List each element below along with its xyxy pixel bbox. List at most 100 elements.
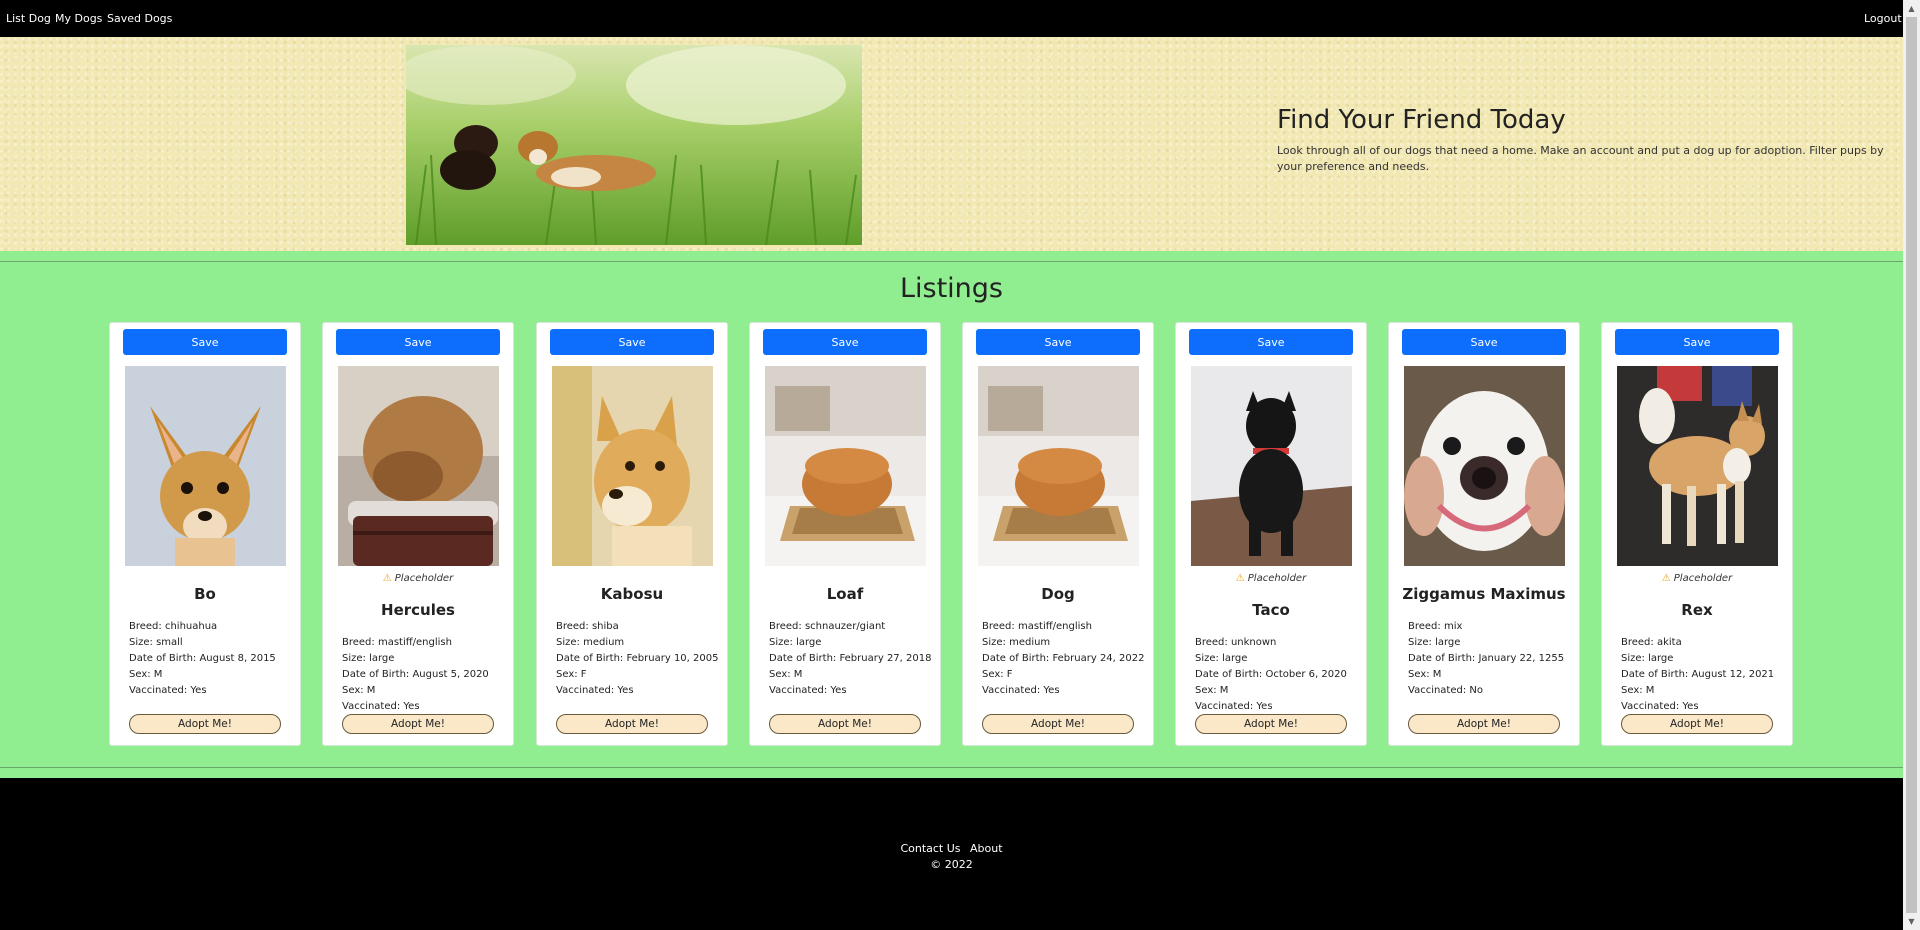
hero-banner: Find Your Friend Today Look through all … bbox=[0, 37, 1903, 251]
scroll-thumb[interactable] bbox=[1906, 17, 1917, 913]
footer: Contact Us About © 2022 bbox=[0, 778, 1903, 930]
dog-breed: Breed: chihuahua bbox=[129, 621, 218, 632]
dog-size: Size: medium bbox=[982, 637, 1051, 648]
dog-dob: Date of Birth: January 22, 1255 bbox=[1408, 653, 1565, 664]
dog-breed: Breed: shiba bbox=[556, 621, 619, 632]
dog-sex: Sex: F bbox=[556, 669, 587, 680]
dog-card: Save Dog Breed: mastiff/english Size: me… bbox=[962, 322, 1154, 746]
adopt-button[interactable]: Adopt Me! bbox=[342, 714, 494, 734]
dog-size: Size: small bbox=[129, 637, 183, 648]
dog-name: Dog bbox=[1041, 585, 1075, 603]
footer-contact-link[interactable]: Contact Us bbox=[900, 842, 960, 855]
warning-icon: ⚠ bbox=[1235, 573, 1245, 584]
dog-details: Breed: mix Size: large Date of Birth: Ja… bbox=[1408, 619, 1564, 699]
nav-logout[interactable]: Logout bbox=[1864, 12, 1902, 25]
dog-details: Breed: chihuahua Size: small Date of Bir… bbox=[129, 619, 276, 699]
adopt-button[interactable]: Adopt Me! bbox=[1408, 714, 1560, 734]
dog-name: Ziggamus Maximus bbox=[1402, 585, 1566, 603]
dog-dob: Date of Birth: October 6, 2020 bbox=[1195, 669, 1347, 680]
dog-dob: Date of Birth: February 10, 2005 bbox=[556, 653, 719, 664]
adopt-button[interactable]: Adopt Me! bbox=[1195, 714, 1347, 734]
dog-size: Size: large bbox=[769, 637, 822, 648]
copyright: © 2022 bbox=[930, 858, 973, 871]
dog-card: Save Kabosu Breed: shiba Size: medium Da… bbox=[536, 322, 728, 746]
nav-my-dogs[interactable]: My Dogs bbox=[55, 12, 102, 25]
dog-dob: Date of Birth: August 8, 2015 bbox=[129, 653, 276, 664]
bottom-divider bbox=[0, 767, 1903, 768]
dog-name: Bo bbox=[194, 585, 216, 603]
dog-vaccinated: Vaccinated: Yes bbox=[129, 685, 207, 696]
dog-details: Breed: shiba Size: medium Date of Birth:… bbox=[556, 619, 718, 699]
scroll-up-arrow-icon[interactable]: ▲ bbox=[1903, 0, 1920, 17]
dog-breed: Breed: schnauzer/giant bbox=[769, 621, 886, 632]
placeholder-note: ⚠ Placeholder bbox=[1235, 573, 1307, 584]
dog-vaccinated: Vaccinated: Yes bbox=[556, 685, 634, 696]
dog-name: Hercules bbox=[381, 601, 455, 619]
save-button[interactable]: Save bbox=[763, 329, 927, 355]
dog-sex: Sex: F bbox=[982, 669, 1013, 680]
footer-about-link[interactable]: About bbox=[970, 842, 1003, 855]
dog-details: Breed: mastiff/english Size: medium Date… bbox=[982, 619, 1144, 699]
dog-breed: Breed: akita bbox=[1621, 637, 1682, 648]
dog-vaccinated: Vaccinated: Yes bbox=[342, 701, 420, 712]
dog-size: Size: medium bbox=[556, 637, 625, 648]
nav-list-dog[interactable]: List Dog bbox=[6, 12, 51, 25]
save-button[interactable]: Save bbox=[1615, 329, 1779, 355]
dog-dob: Date of Birth: August 5, 2020 bbox=[342, 669, 489, 680]
dog-breed: Breed: unknown bbox=[1195, 637, 1277, 648]
dog-photo bbox=[1191, 366, 1352, 566]
dog-card: Save ⚠ Placeholder Rex Breed: akita Size… bbox=[1601, 322, 1793, 746]
dog-card: Save ⚠ Placeholder Hercules Breed: mastif… bbox=[322, 322, 514, 746]
dog-dob: Date of Birth: August 12, 2021 bbox=[1621, 669, 1775, 680]
adopt-button[interactable]: Adopt Me! bbox=[769, 714, 921, 734]
dog-name: Kabosu bbox=[600, 585, 664, 603]
dog-size: Size: large bbox=[342, 653, 395, 664]
dog-card: Save Bo Breed: chihuahua Size: small Dat… bbox=[109, 322, 301, 746]
adopt-button[interactable]: Adopt Me! bbox=[129, 714, 281, 734]
adopt-button[interactable]: Adopt Me! bbox=[556, 714, 708, 734]
save-button[interactable]: Save bbox=[123, 329, 287, 355]
save-button[interactable]: Save bbox=[976, 329, 1140, 355]
dog-details: Breed: akita Size: large Date of Birth: … bbox=[1621, 635, 1774, 715]
warning-icon: ⚠ bbox=[1661, 573, 1671, 584]
placeholder-note: ⚠ Placeholder bbox=[382, 573, 454, 584]
scroll-down-arrow-icon[interactable]: ▼ bbox=[1903, 913, 1920, 930]
dog-card: Save Loaf Breed: schnauzer/giant Size: l… bbox=[749, 322, 941, 746]
warning-icon: ⚠ bbox=[382, 573, 392, 584]
dog-name: Rex bbox=[1681, 601, 1713, 619]
dog-vaccinated: Vaccinated: No bbox=[1408, 685, 1483, 696]
dog-size: Size: large bbox=[1621, 653, 1674, 664]
dog-photo bbox=[125, 366, 286, 566]
dog-photo bbox=[978, 366, 1139, 566]
dog-photo bbox=[552, 366, 713, 566]
listings-section: Listings Save Bo Breed: chihuahua Size: … bbox=[0, 251, 1903, 778]
dog-name: Taco bbox=[1252, 601, 1290, 619]
dog-photo bbox=[1617, 366, 1778, 566]
dog-card: Save Ziggamus Maximus Breed: mix Size: l… bbox=[1388, 322, 1580, 746]
dog-vaccinated: Vaccinated: Yes bbox=[1621, 701, 1699, 712]
dog-photo bbox=[338, 366, 499, 566]
dog-sex: Sex: M bbox=[1621, 685, 1655, 696]
save-button[interactable]: Save bbox=[336, 329, 500, 355]
dog-dob: Date of Birth: February 27, 2018 bbox=[769, 653, 932, 664]
save-button[interactable]: Save bbox=[1402, 329, 1566, 355]
dog-sex: Sex: M bbox=[769, 669, 803, 680]
footer-links: Contact Us About bbox=[0, 842, 1903, 855]
dog-details: Breed: mastiff/english Size: large Date … bbox=[342, 635, 489, 715]
dog-breed: Breed: mix bbox=[1408, 621, 1463, 632]
dog-breed: Breed: mastiff/english bbox=[342, 637, 452, 648]
listings-title: Listings bbox=[899, 273, 1004, 304]
dog-size: Size: large bbox=[1408, 637, 1461, 648]
dog-dob: Date of Birth: February 24, 2022 bbox=[982, 653, 1145, 664]
top-divider bbox=[0, 261, 1903, 262]
vertical-scrollbar[interactable]: ▲ ▼ bbox=[1903, 0, 1920, 930]
dog-sex: Sex: M bbox=[342, 685, 376, 696]
adopt-button[interactable]: Adopt Me! bbox=[982, 714, 1134, 734]
nav-saved-dogs[interactable]: Saved Dogs bbox=[107, 12, 172, 25]
dog-sex: Sex: M bbox=[129, 669, 163, 680]
save-button[interactable]: Save bbox=[1189, 329, 1353, 355]
hero-title: Find Your Friend Today bbox=[1277, 105, 1566, 135]
adopt-button[interactable]: Adopt Me! bbox=[1621, 714, 1773, 734]
navbar: List Dog My Dogs Saved Dogs Logout bbox=[0, 0, 1903, 37]
save-button[interactable]: Save bbox=[550, 329, 714, 355]
